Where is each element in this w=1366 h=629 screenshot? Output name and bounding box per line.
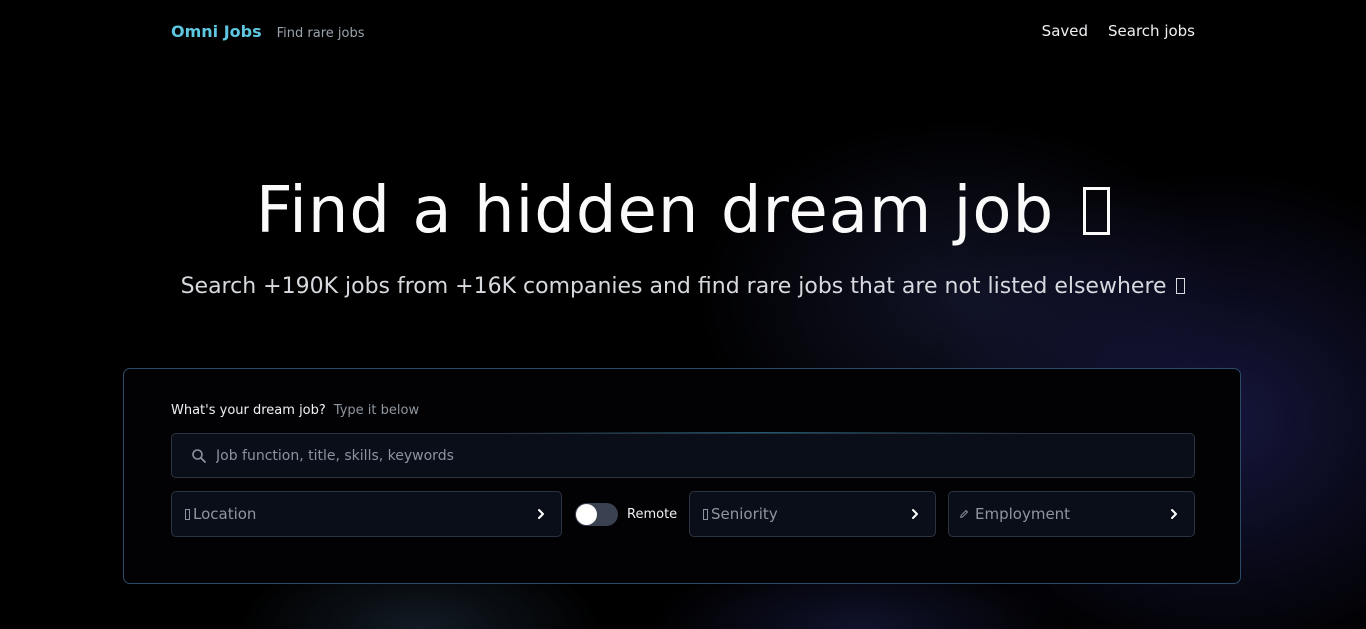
hero-title: Find a hidden dream job	[0, 168, 1366, 254]
location-filter-label: Location	[193, 505, 257, 523]
search-prompt: What's your dream job? Type it below	[171, 403, 419, 418]
filter-row: Location Remote Seniority Employment	[171, 491, 1195, 537]
remote-toggle-group: Remote	[575, 491, 677, 537]
chevron-right-icon	[533, 506, 549, 522]
top-nav: Omni Jobs Find rare jobs Saved Search jo…	[171, 18, 1195, 44]
location-filter-button[interactable]: Location	[171, 491, 562, 537]
search-field[interactable]	[171, 433, 1195, 478]
chevron-right-icon	[907, 506, 923, 522]
page: Omni Jobs Find rare jobs Saved Search jo…	[0, 0, 1366, 629]
remote-toggle[interactable]	[575, 502, 618, 526]
brand: Omni Jobs Find rare jobs	[171, 22, 365, 41]
hero-subtitle: Search +190K jobs from +16K companies an…	[0, 270, 1366, 304]
toggle-knob	[576, 503, 597, 525]
location-emoji-icon	[182, 508, 192, 520]
search-input[interactable]	[212, 434, 1194, 477]
search-prompt-label: What's your dream job?	[171, 403, 326, 418]
emoji-placeholder-icon	[1176, 277, 1186, 294]
search-prompt-hint: Type it below	[333, 403, 420, 418]
hero-title-text: Find a hidden dream job	[255, 174, 1055, 248]
hero-subtitle-text: Search +190K jobs from +16K companies an…	[180, 274, 1167, 299]
seniority-filter-label: Seniority	[711, 505, 778, 523]
emoji-placeholder-icon	[1083, 187, 1111, 235]
pencil-icon	[959, 508, 969, 520]
employment-filter-button[interactable]: Employment	[948, 491, 1195, 537]
remote-label: Remote	[627, 506, 678, 522]
search-icon	[186, 443, 212, 469]
seniority-filter-button[interactable]: Seniority	[689, 491, 936, 537]
employment-filter-label: Employment	[975, 505, 1071, 523]
seniority-emoji-icon	[700, 508, 710, 520]
nav-link-search-jobs[interactable]: Search jobs	[1108, 22, 1195, 40]
nav-links: Saved Search jobs	[1042, 22, 1195, 40]
chevron-right-icon	[1166, 506, 1182, 522]
brand-tagline: Find rare jobs	[276, 25, 365, 41]
search-card: What's your dream job? Type it below Loc…	[123, 368, 1241, 584]
nav-link-saved[interactable]: Saved	[1042, 22, 1088, 40]
brand-logo-link[interactable]: Omni Jobs	[171, 22, 262, 41]
